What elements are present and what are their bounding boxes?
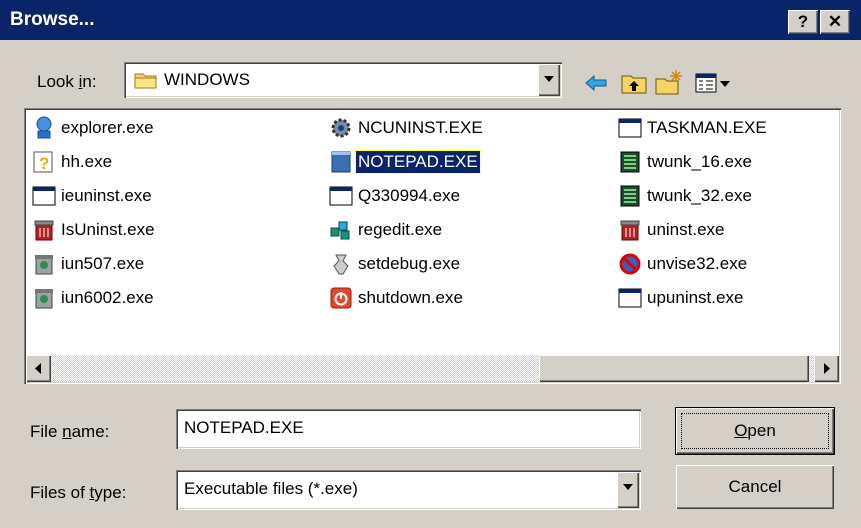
file-name: shutdown.exe [358,288,463,307]
file-name: IsUninst.exe [61,220,155,239]
help-exe-icon: ? [32,150,56,174]
file-name: unvise32.exe [647,254,748,273]
file-name: NCUNINST.EXE [358,118,483,137]
shutdown-icon [329,286,353,310]
lookin-label: Look in: [37,72,97,91]
unvise-icon [618,252,642,276]
filetype-value: Executable files (*.exe) [184,479,358,498]
file-item[interactable]: ieuninst.exe [32,182,154,210]
file-name: setdebug.exe [358,254,461,273]
help-button[interactable]: ? [788,10,818,34]
new-folder-icon[interactable] [654,68,684,98]
file-item[interactable]: regedit.exe [329,216,444,244]
cancel-button[interactable]: Cancel [676,465,834,509]
file-item[interactable]: iun6002.exe [32,284,156,312]
folder-icon [134,71,158,89]
filename-label: File name: [30,422,110,441]
file-name: NOTEPAD.EXE [355,150,481,174]
file-item[interactable]: unvise32.exe [618,250,749,278]
view-menu-icon[interactable] [694,68,734,98]
up-folder-icon[interactable] [619,68,649,98]
file-name: uninst.exe [647,220,725,239]
title-bar: Browse... ? ✕ [0,0,861,40]
file-name: explorer.exe [61,118,154,137]
lookin-combo[interactable]: WINDOWS [124,62,562,98]
file-item[interactable]: twunk_32.exe [618,182,754,210]
file-name: regedit.exe [358,220,443,239]
file-item[interactable]: TASKMAN.EXE [618,114,769,142]
file-item[interactable]: twunk_16.exe [618,148,754,176]
file-name: twunk_32.exe [647,186,752,205]
file-item[interactable]: NOTEPAD.EXE [329,148,481,176]
window-exe-icon [329,184,353,208]
svg-text:?: ? [39,154,49,173]
scroll-thumb[interactable] [539,355,809,382]
uninstall-icon [618,218,642,242]
regedit-icon [329,218,353,242]
notepad-icon [329,150,353,174]
scanner-icon [618,184,642,208]
file-item[interactable]: setdebug.exe [329,250,462,278]
file-name: ieuninst.exe [61,186,152,205]
file-item[interactable]: NCUNINST.EXE [329,114,485,142]
filetype-label: Files of type: [30,483,127,502]
scroll-left-button[interactable] [26,355,51,382]
file-item[interactable]: uninst.exe [618,216,727,244]
window-exe-icon [618,116,642,140]
explorer-icon [32,116,56,140]
file-list[interactable]: explorer.exe? hh.exe ieuninst.exe IsUninst.… [24,108,841,384]
window-exe-icon [32,184,56,208]
file-name: hh.exe [61,152,113,171]
close-button[interactable]: ✕ [820,10,850,34]
installer-icon [32,252,56,276]
open-button[interactable]: Open [676,408,834,454]
file-name: Q330994.exe [358,186,461,205]
scroll-right-button[interactable] [814,355,839,382]
horizontal-scrollbar[interactable] [26,355,839,382]
window-exe-icon [618,286,642,310]
filename-input[interactable]: NOTEPAD.EXE [176,409,641,449]
setdebug-icon [329,252,353,276]
file-item[interactable]: IsUninst.exe [32,216,157,244]
window-title: Browse... [10,9,95,30]
file-item[interactable]: Q330994.exe [329,182,462,210]
file-item[interactable]: shutdown.exe [329,284,465,312]
filetype-dropdown-arrow[interactable] [617,472,639,508]
file-item[interactable]: upuninst.exe [618,284,745,312]
lookin-dropdown-arrow[interactable] [538,64,560,96]
filetype-combo[interactable]: Executable files (*.exe) [176,470,641,510]
file-name: TASKMAN.EXE [647,118,767,137]
scanner-icon [618,150,642,174]
file-name: iun6002.exe [61,288,154,307]
lookin-value: WINDOWS [164,70,250,89]
uninstall-icon [32,218,56,242]
file-item[interactable]: explorer.exe [32,114,156,142]
back-icon[interactable] [581,68,611,98]
gear-icon [329,116,353,140]
installer-icon [32,286,56,310]
filename-value: NOTEPAD.EXE [184,418,304,437]
file-name: iun507.exe [61,254,145,273]
file-name: twunk_16.exe [647,152,752,171]
file-name: upuninst.exe [647,288,744,307]
file-item[interactable]: iun507.exe [32,250,146,278]
file-item[interactable]: ? hh.exe [32,148,114,176]
